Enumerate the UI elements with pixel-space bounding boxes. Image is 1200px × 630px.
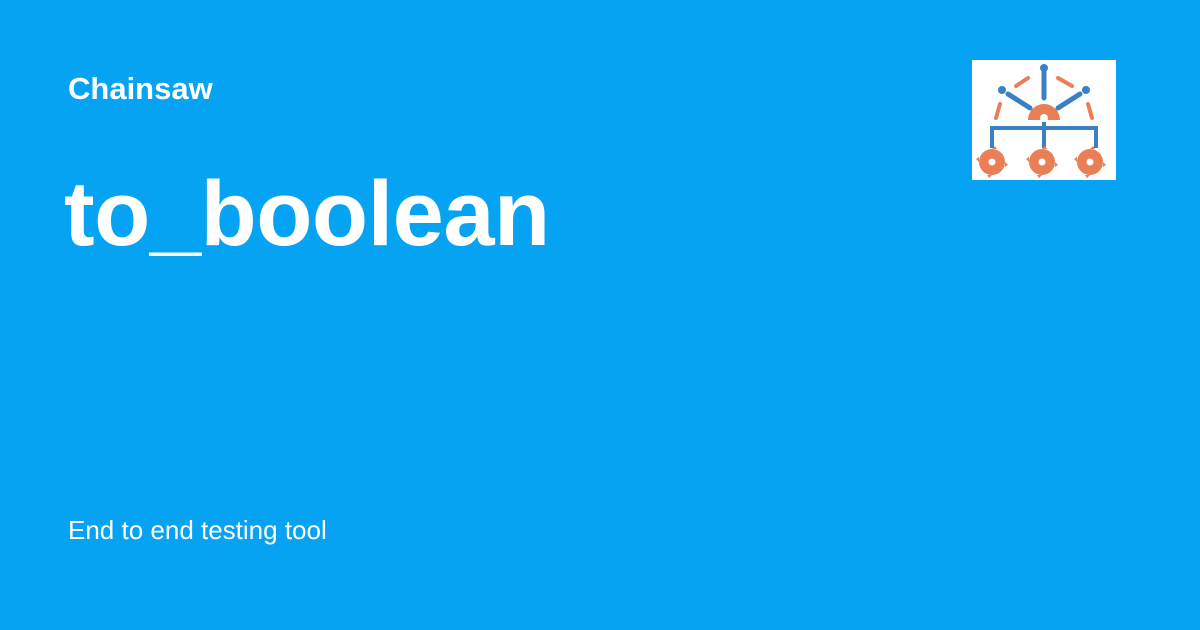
logo — [972, 60, 1116, 180]
page-title: to_boolean — [64, 163, 550, 265]
chainsaw-logo-icon — [976, 64, 1106, 178]
tagline: End to end testing tool — [68, 515, 327, 545]
site-name: Chainsaw — [68, 71, 213, 106]
